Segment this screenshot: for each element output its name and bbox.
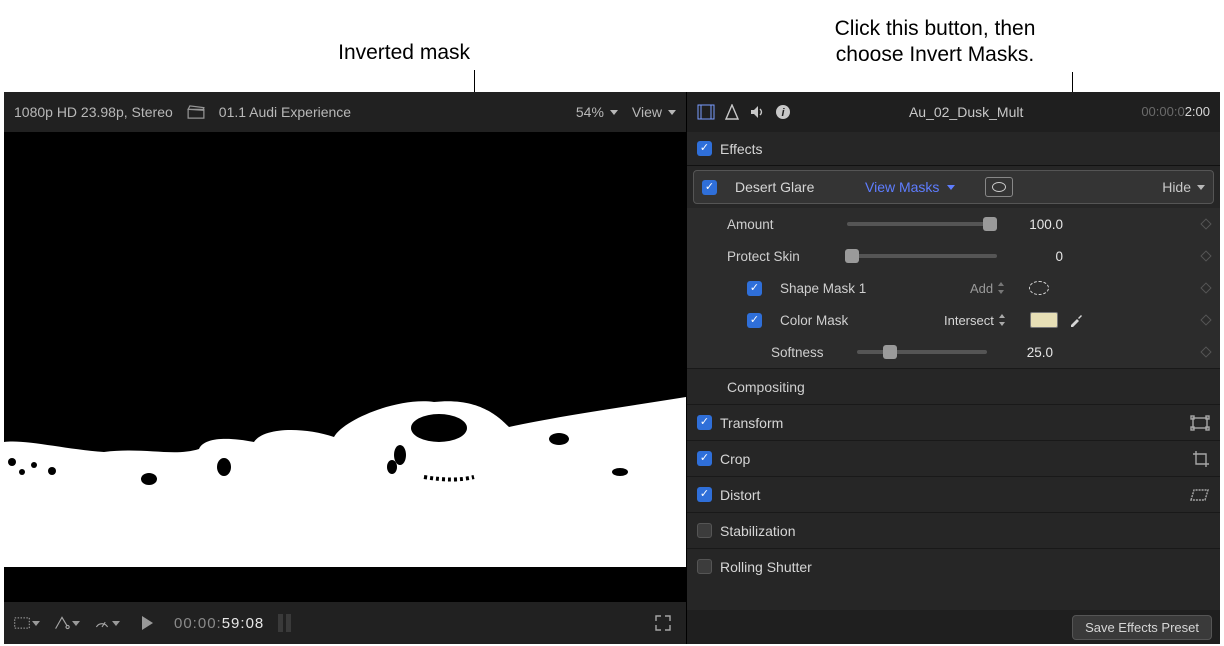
amount-slider[interactable]: [847, 222, 997, 226]
audio-meters: [278, 614, 291, 632]
protect-skin-value[interactable]: 0: [1007, 249, 1063, 264]
app-window: 1080p HD 23.98p, Stereo 01.1 Audi Experi…: [4, 92, 1220, 644]
param-protect-skin: Protect Skin 0: [687, 240, 1220, 272]
mask-blend-add-dropdown[interactable]: Add: [970, 281, 1005, 296]
color-swatch[interactable]: [1030, 312, 1058, 328]
viewer-canvas[interactable]: [4, 132, 686, 602]
format-label: 1080p HD 23.98p, Stereo: [14, 104, 173, 120]
rolling-shutter-checkbox[interactable]: [697, 559, 712, 574]
crop-checkbox[interactable]: [697, 451, 712, 466]
chevron-down-icon: [72, 621, 80, 626]
keyframe-button[interactable]: [1200, 314, 1211, 325]
mask-blend-intersect-dropdown[interactable]: Intersect: [944, 313, 1006, 328]
stabilization-section[interactable]: Stabilization: [687, 512, 1220, 548]
inspector-header: i Au_02_Dusk_Mult 00:00:02:00: [687, 92, 1220, 132]
chevron-down-icon: [947, 185, 955, 190]
fullscreen-button[interactable]: [650, 613, 676, 633]
param-label: Softness: [771, 345, 847, 360]
playback-speed-dropdown[interactable]: [94, 613, 120, 633]
softness-value[interactable]: 25.0: [997, 345, 1053, 360]
mask-oval-icon: [992, 182, 1006, 192]
chevron-down-icon: [32, 621, 40, 626]
zoom-value: 54%: [576, 104, 604, 120]
distort-icon[interactable]: [1188, 488, 1210, 502]
param-color-mask: Color Mask Intersect: [687, 304, 1220, 336]
view-dropdown[interactable]: View: [632, 104, 676, 120]
transform-checkbox[interactable]: [697, 415, 712, 430]
rolling-shutter-label: Rolling Shutter: [720, 559, 812, 575]
inspector-clip-name: Au_02_Dusk_Mult: [803, 104, 1129, 120]
play-button[interactable]: [134, 613, 160, 633]
effect-name: Desert Glare: [735, 179, 855, 195]
param-softness: Softness 25.0: [687, 336, 1220, 368]
clapperboard-icon: [187, 105, 205, 119]
clip-title: 01.1 Audi Experience: [219, 104, 351, 120]
inspector-footer: Save Effects Preset: [687, 610, 1220, 644]
softness-slider[interactable]: [857, 350, 987, 354]
inverted-mask-preview: [4, 167, 686, 567]
color-channels-dropdown[interactable]: [54, 613, 80, 633]
compositing-section[interactable]: Compositing: [687, 368, 1220, 404]
crop-label: Crop: [720, 451, 750, 467]
shape-mask-checkbox[interactable]: [747, 281, 762, 296]
param-label: Shape Mask 1: [780, 281, 870, 296]
viewer-panel: 1080p HD 23.98p, Stereo 01.1 Audi Experi…: [4, 92, 686, 644]
protect-skin-slider[interactable]: [847, 254, 997, 258]
viewer-toolbar: 1080p HD 23.98p, Stereo 01.1 Audi Experi…: [4, 92, 686, 132]
inspector-duration: 00:00:02:00: [1141, 104, 1210, 120]
shape-mask-icon[interactable]: [1029, 281, 1049, 295]
apply-effect-masks-button[interactable]: [985, 177, 1013, 197]
zoom-dropdown[interactable]: 54%: [576, 104, 618, 120]
crop-section[interactable]: Crop: [687, 440, 1220, 476]
effects-checkbox[interactable]: [697, 141, 712, 156]
chevron-down-icon: [1197, 185, 1205, 190]
param-shape-mask: Shape Mask 1 Add: [687, 272, 1220, 304]
color-tab-icon[interactable]: [725, 104, 739, 120]
video-tab-icon[interactable]: [697, 104, 715, 120]
keyframe-button[interactable]: [1200, 282, 1211, 293]
callout-invert-button: Click this button, then choose Invert Ma…: [800, 16, 1070, 69]
viewer-transport: 00:00:59:08: [4, 602, 686, 644]
view-label: View: [632, 104, 662, 120]
effects-label: Effects: [720, 141, 763, 157]
effect-desert-glare[interactable]: Desert Glare View Masks Hide: [693, 170, 1214, 204]
chevron-down-icon: [610, 110, 618, 115]
param-label: Amount: [727, 217, 837, 232]
distort-label: Distort: [720, 487, 760, 503]
crop-icon[interactable]: [1192, 450, 1210, 468]
effects-section-header[interactable]: Effects: [687, 132, 1220, 166]
save-effects-preset-button[interactable]: Save Effects Preset: [1072, 615, 1212, 640]
distort-section[interactable]: Distort: [687, 476, 1220, 512]
distort-checkbox[interactable]: [697, 487, 712, 502]
callout-inverted-mask: Inverted mask: [210, 40, 470, 66]
effect-enable-checkbox[interactable]: [702, 180, 717, 195]
chevron-down-icon: [112, 621, 120, 626]
inspector-panel: i Au_02_Dusk_Mult 00:00:02:00 Effects De…: [686, 92, 1220, 644]
param-amount: Amount 100.0: [687, 208, 1220, 240]
info-tab-icon[interactable]: i: [775, 104, 791, 120]
param-label: Protect Skin: [727, 249, 837, 264]
transform-section[interactable]: Transform: [687, 404, 1220, 440]
frame-size-dropdown[interactable]: [14, 613, 40, 633]
transform-label: Transform: [720, 415, 783, 431]
chevron-down-icon: [668, 110, 676, 115]
amount-value[interactable]: 100.0: [1007, 217, 1063, 232]
stabilization-checkbox[interactable]: [697, 523, 712, 538]
view-masks-dropdown[interactable]: View Masks: [865, 179, 955, 195]
hide-dropdown[interactable]: Hide: [1162, 179, 1205, 195]
rolling-shutter-section[interactable]: Rolling Shutter: [687, 548, 1220, 584]
audio-tab-icon[interactable]: [749, 104, 765, 120]
color-mask-checkbox[interactable]: [747, 313, 762, 328]
keyframe-button[interactable]: [1200, 218, 1211, 229]
keyframe-button[interactable]: [1200, 346, 1211, 357]
param-label: Color Mask: [780, 313, 870, 328]
eyedropper-icon[interactable]: [1068, 312, 1084, 328]
keyframe-button[interactable]: [1200, 250, 1211, 261]
transform-icon[interactable]: [1190, 415, 1210, 431]
timecode-display[interactable]: 00:00:59:08: [174, 614, 264, 632]
stabilization-label: Stabilization: [720, 523, 796, 539]
